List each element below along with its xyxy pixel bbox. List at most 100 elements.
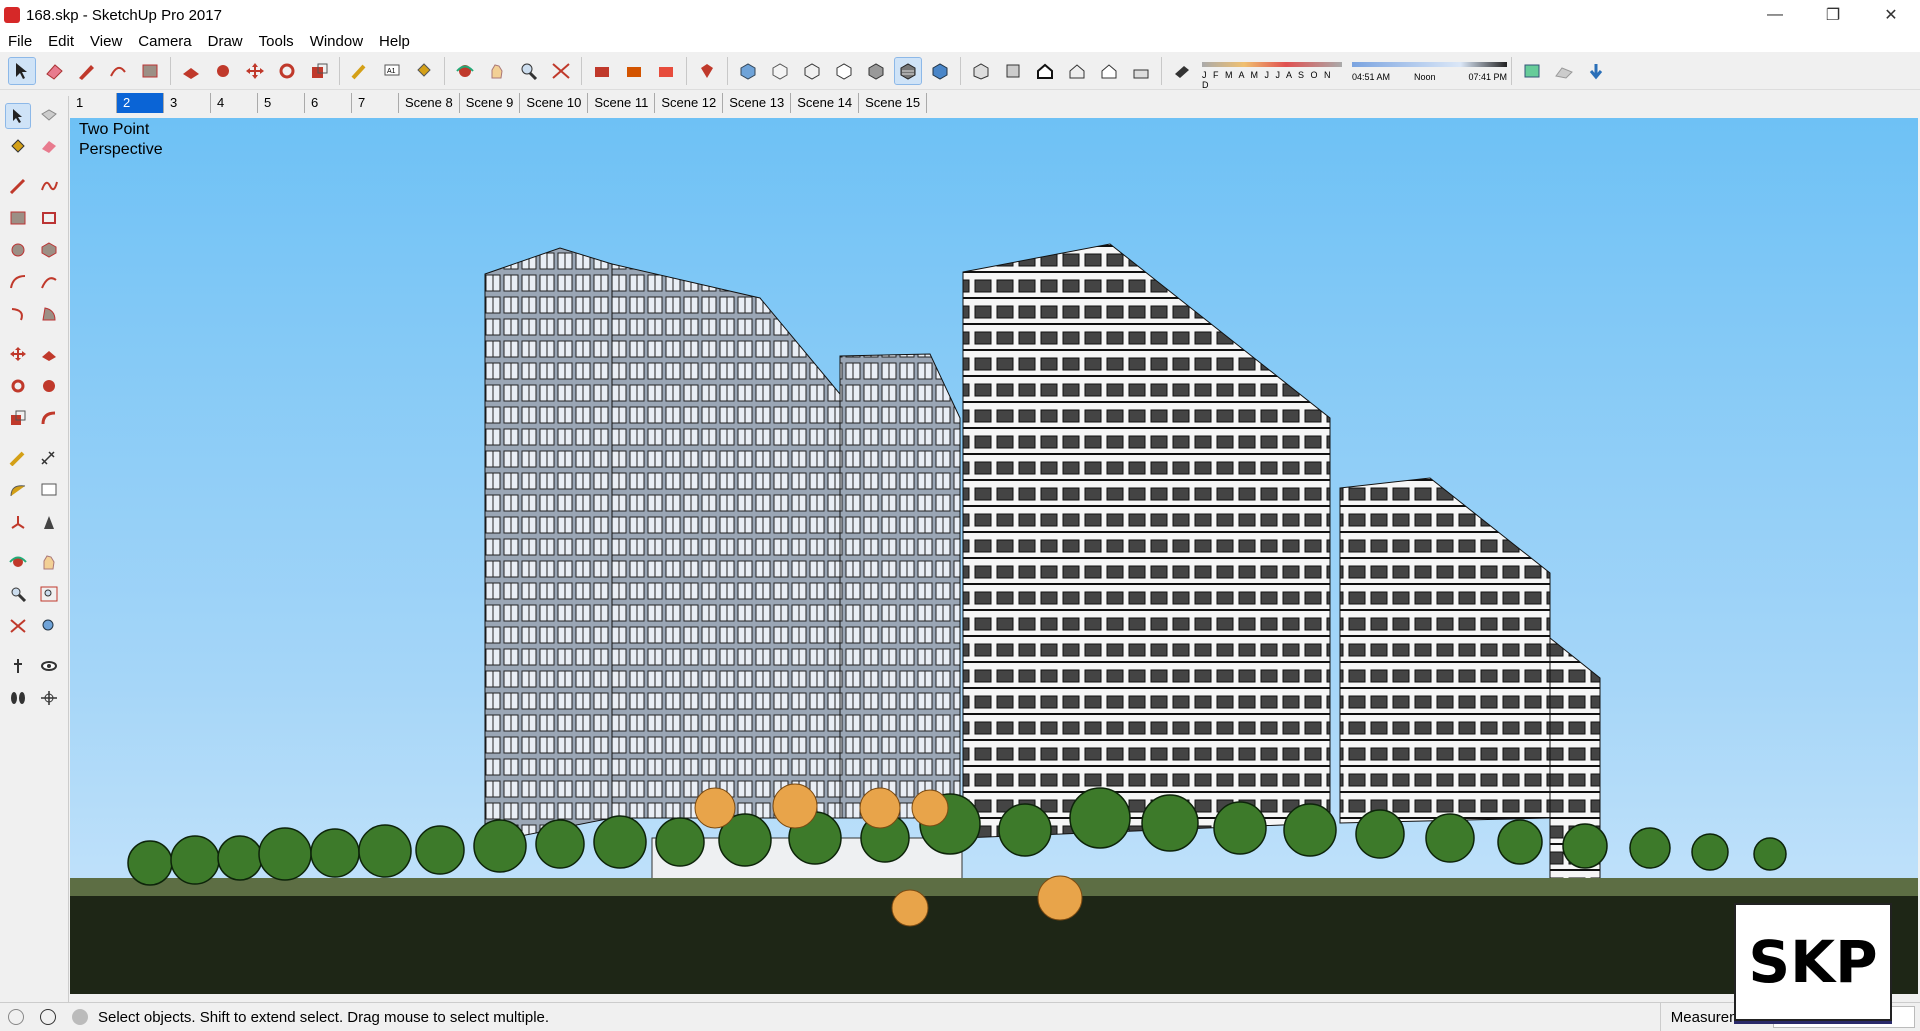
front-view-icon[interactable]	[1032, 58, 1058, 84]
freehand-tool-icon[interactable]	[37, 174, 61, 198]
scene-tab-6[interactable]: 6	[305, 93, 352, 113]
shadow-month-slider[interactable]: J F M A M J J A S O N D	[1202, 58, 1342, 90]
close-button[interactable]: ✕	[1862, 0, 1920, 30]
eraser-icon[interactable]	[37, 134, 61, 158]
scene-tab-3[interactable]: 3	[164, 93, 211, 113]
extension-warehouse-icon[interactable]	[653, 58, 679, 84]
photo-textures-icon[interactable]	[1583, 58, 1609, 84]
scene-tab-11[interactable]: Scene 11	[588, 93, 656, 113]
move-tool-icon[interactable]	[6, 342, 30, 366]
3d-text-icon[interactable]	[37, 510, 61, 534]
dimension-icon[interactable]	[37, 446, 61, 470]
back-view-icon[interactable]	[1096, 58, 1122, 84]
scene-tab-4[interactable]: 4	[211, 93, 258, 113]
three-point-arc-icon[interactable]	[6, 302, 30, 326]
polygon-tool-icon[interactable]	[37, 238, 61, 262]
orbit-icon[interactable]	[6, 550, 30, 574]
push-pull-tool-icon[interactable]	[178, 58, 204, 84]
make-component-icon[interactable]	[37, 104, 61, 128]
scene-tab-2[interactable]: 2	[117, 93, 164, 113]
top-view-icon[interactable]	[1000, 58, 1026, 84]
menu-help[interactable]: Help	[371, 33, 418, 50]
scene-tab-10[interactable]: Scene 10	[520, 93, 589, 113]
model-viewport[interactable]: Two Point Perspective	[70, 118, 1918, 994]
paint-bucket-tool-icon[interactable]	[411, 58, 437, 84]
zoom-extents-icon[interactable]	[6, 614, 30, 638]
scene-tab-8[interactable]: Scene 8	[399, 93, 460, 113]
offset-icon[interactable]	[37, 406, 61, 430]
minimize-button[interactable]: —	[1746, 0, 1804, 30]
menu-tools[interactable]: Tools	[251, 33, 302, 50]
right-view-icon[interactable]	[1064, 58, 1090, 84]
rotate-tool-icon[interactable]	[274, 58, 300, 84]
zoom-window-icon[interactable]	[37, 582, 61, 606]
look-around-icon[interactable]	[37, 654, 61, 678]
protractor-icon[interactable]	[6, 478, 30, 502]
credits-icon[interactable]	[40, 1009, 56, 1025]
line-tool-icon[interactable]	[6, 174, 30, 198]
menu-camera[interactable]: Camera	[130, 33, 199, 50]
text-icon[interactable]	[37, 478, 61, 502]
menu-edit[interactable]: Edit	[40, 33, 82, 50]
pencil-tool-icon[interactable]	[73, 58, 99, 84]
toggle-terrain-icon[interactable]	[1551, 58, 1577, 84]
restore-button[interactable]: ❐	[1804, 0, 1862, 30]
section-plane-icon[interactable]	[37, 686, 61, 710]
tape-measure-icon[interactable]	[6, 446, 30, 470]
xray-style-icon[interactable]	[735, 58, 761, 84]
menu-draw[interactable]: Draw	[200, 33, 251, 50]
wireframe-style-icon[interactable]	[799, 58, 825, 84]
add-location-icon[interactable]	[1519, 58, 1545, 84]
menu-file[interactable]: File	[0, 33, 40, 50]
scene-tab-1[interactable]: 1	[70, 93, 117, 113]
two-point-arc-icon[interactable]	[37, 270, 61, 294]
ruby-console-icon[interactable]	[694, 58, 720, 84]
shaded-textures-style-icon[interactable]	[894, 56, 922, 85]
left-view-icon[interactable]	[1128, 58, 1154, 84]
scene-tab-7[interactable]: 7	[352, 93, 399, 113]
hidden-line-style-icon[interactable]	[831, 58, 857, 84]
scene-tab-15[interactable]: Scene 15	[859, 93, 928, 113]
rectangle-tool-icon[interactable]	[6, 206, 30, 230]
pan-icon[interactable]	[37, 550, 61, 574]
previous-view-icon[interactable]	[37, 614, 61, 638]
shaded-style-icon[interactable]	[863, 58, 889, 84]
arc-tool-icon[interactable]	[6, 270, 30, 294]
menu-window[interactable]: Window	[302, 33, 371, 50]
axes-icon[interactable]	[6, 510, 30, 534]
scale-tool-icon[interactable]	[306, 58, 332, 84]
tape-measure-tool-icon[interactable]	[347, 58, 373, 84]
paint-bucket-icon[interactable]	[6, 134, 30, 158]
iso-view-icon[interactable]	[968, 58, 994, 84]
menu-view[interactable]: View	[82, 33, 130, 50]
rotated-rectangle-icon[interactable]	[37, 206, 61, 230]
scene-tab-13[interactable]: Scene 13	[723, 93, 792, 113]
user-account-icon[interactable]	[72, 1009, 88, 1025]
orbit-tool-icon[interactable]	[452, 58, 478, 84]
move-tool-icon[interactable]	[242, 58, 268, 84]
pan-tool-icon[interactable]	[484, 58, 510, 84]
push-pull-icon[interactable]	[37, 342, 61, 366]
text-tool-icon[interactable]: A1	[379, 58, 405, 84]
share-model-icon[interactable]	[621, 58, 647, 84]
warehouse-icon[interactable]	[589, 58, 615, 84]
scene-tab-12[interactable]: Scene 12	[655, 93, 724, 113]
scene-tab-14[interactable]: Scene 14	[791, 93, 860, 113]
zoom-extents-icon[interactable]	[548, 58, 574, 84]
pie-tool-icon[interactable]	[37, 302, 61, 326]
scene-tab-5[interactable]: 5	[258, 93, 305, 113]
back-edges-style-icon[interactable]	[767, 58, 793, 84]
circle-tool-icon[interactable]	[6, 238, 30, 262]
scene-tab-9[interactable]: Scene 9	[460, 93, 521, 113]
eraser-tool-icon[interactable]	[41, 58, 67, 84]
rotate-icon[interactable]	[6, 374, 30, 398]
scale-icon[interactable]	[6, 406, 30, 430]
zoom-tool-icon[interactable]	[516, 58, 542, 84]
follow-me-tool-icon[interactable]	[210, 58, 236, 84]
geo-location-icon[interactable]	[8, 1009, 24, 1025]
walk-icon[interactable]	[6, 686, 30, 710]
monochrome-style-icon[interactable]	[927, 58, 953, 84]
shadow-time-slider[interactable]: 04:51 AM Noon 07:41 PM	[1352, 58, 1507, 84]
follow-me-icon[interactable]	[37, 374, 61, 398]
shadows-toggle-icon[interactable]	[1169, 58, 1195, 84]
